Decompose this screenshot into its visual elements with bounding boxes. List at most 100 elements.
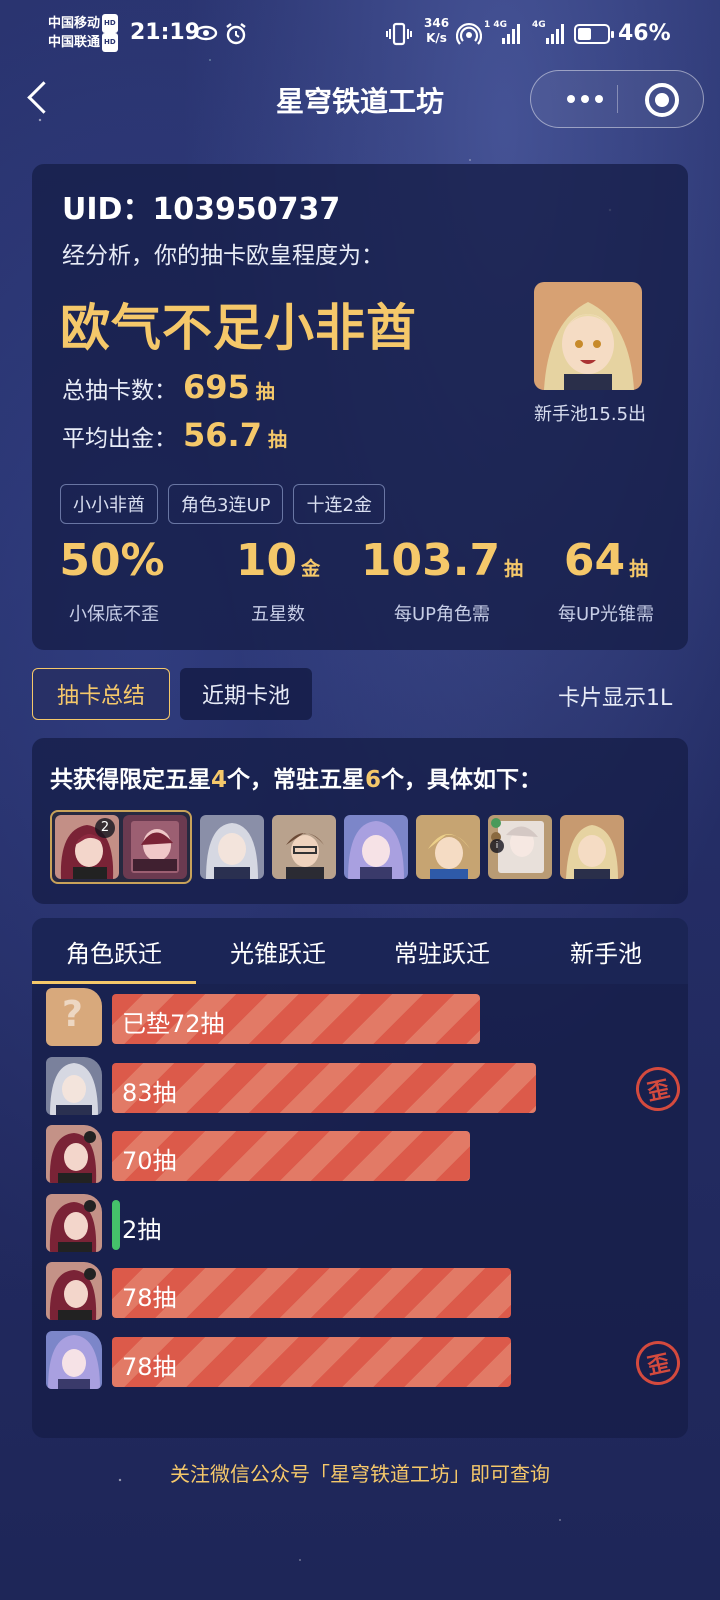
- lightcone-avatar[interactable]: [123, 815, 187, 879]
- unknown-character-icon: ?: [46, 988, 102, 1046]
- character-avatar: [46, 1193, 102, 1252]
- five-star-summary: 共获得限定五星4个，常驻五星6个，具体如下：: [50, 760, 542, 794]
- five-star-card: 共获得限定五星4个，常驻五星6个，具体如下： 2 i: [32, 738, 688, 904]
- total-pulls-unit: 抽: [255, 381, 275, 403]
- tab-gacha-summary[interactable]: 抽卡总结: [32, 668, 170, 720]
- pull-bar: [112, 1199, 120, 1250]
- duplicate-count-badge: 2: [95, 818, 115, 838]
- character-avatar: [46, 1056, 102, 1115]
- beginner-pool-portrait: [534, 282, 642, 390]
- metric-value: 10: [235, 535, 298, 586]
- card-display-toggle[interactable]: 卡片显示1L: [558, 680, 688, 712]
- total-pulls-value: 695: [183, 368, 250, 406]
- status-bar: 中国移动 HD 中国联通 HD 21:19 346 K/s 1 4G 4G 46%: [0, 0, 720, 66]
- metric-per-up-lightcone: 64 抽 每UP光锥需: [524, 534, 688, 626]
- average-gold-label: 平均出金：: [62, 426, 177, 452]
- lightcone-avatar[interactable]: i: [488, 815, 552, 879]
- pull-count-label: 2抽: [122, 1215, 162, 1244]
- vibrate-icon: [386, 22, 412, 51]
- tag: 小小非酋: [60, 484, 158, 524]
- tab-beginner-warp[interactable]: 新手池: [524, 918, 688, 984]
- off-banner-stamp: 歪: [631, 1062, 685, 1115]
- metric-guarantee: 50% 小保底不歪: [32, 534, 196, 626]
- signal-2-icon: [546, 22, 564, 44]
- metric-per-up-character: 103.7 抽 每UP角色需: [360, 534, 524, 626]
- tab-character-warp[interactable]: 角色跃迁: [32, 918, 196, 984]
- warp-row: 2抽: [46, 1193, 676, 1254]
- metric-label: 五星数: [251, 604, 305, 625]
- alarm-icon: [224, 22, 248, 51]
- unknown-mark: ?: [62, 994, 83, 1035]
- metric-value: 64: [563, 535, 626, 586]
- nav-bar: 星穹铁道工坊: [0, 66, 720, 130]
- metric-label: 每UP光锥需: [557, 604, 655, 625]
- net-speed-unit: K/s: [426, 31, 447, 45]
- five-star-text-suffix: 个，具体如下：: [381, 767, 543, 793]
- metric-label: 小保底不歪: [69, 604, 159, 625]
- signal-1-icon: [502, 22, 520, 44]
- battery-fill: [578, 28, 591, 40]
- character-avatar: [46, 1125, 102, 1183]
- character-avatar[interactable]: [272, 815, 336, 879]
- pull-count-label: 70抽: [122, 1147, 177, 1175]
- clock: 21:19: [130, 20, 201, 45]
- summary-card: UID：103950737 经分析，你的抽卡欧皇程度为： 欧气不足小非酋 总抽卡…: [32, 164, 688, 650]
- metrics-row: 50% 小保底不歪 10 金 五星数 103.7 抽 每UP角色需 64 抽 每UP光…: [32, 534, 688, 626]
- info-badge: i: [490, 839, 504, 853]
- warp-row: 78抽 歪: [46, 1330, 685, 1391]
- warp-row: 78抽: [46, 1262, 676, 1322]
- pull-count-label: 83抽: [122, 1078, 177, 1107]
- eye-icon: [194, 22, 218, 49]
- tag: 角色3连UP: [168, 484, 284, 524]
- limited-group[interactable]: 2: [50, 810, 192, 884]
- miniprogram-capsule: [530, 70, 704, 128]
- uid-line: UID：103950737: [62, 184, 340, 228]
- more-menu-button[interactable]: [553, 71, 617, 127]
- average-gold-unit: 抽: [267, 429, 287, 451]
- metric-unit: 抽: [504, 558, 524, 580]
- warp-row: 83抽 歪: [46, 1056, 685, 1117]
- five-star-avatar-list: 2 i: [50, 810, 624, 884]
- tag-list: 小小非酋 角色3连UP 十连2金: [60, 484, 385, 524]
- uid-value: 103950737: [152, 192, 341, 227]
- pull-bar: 78抽: [112, 1336, 511, 1387]
- capsule-divider: [617, 85, 618, 113]
- carrier-2: 中国联通: [48, 35, 101, 50]
- off-banner-stamp: 歪: [631, 1336, 685, 1389]
- average-gold: 平均出金： 56.7 抽: [62, 416, 287, 454]
- average-gold-value: 56.7: [183, 416, 262, 454]
- character-avatar[interactable]: [416, 815, 480, 879]
- five-star-text-mid: 个，常驻五星: [227, 767, 366, 793]
- metric-value: 50%: [59, 535, 165, 586]
- character-avatar[interactable]: 2: [55, 815, 119, 879]
- total-pulls: 总抽卡数： 695 抽: [62, 368, 275, 406]
- hotspot-icon: [455, 22, 483, 51]
- five-star-text-prefix: 共获得限定五星: [50, 767, 211, 793]
- hd-badge: HD: [102, 14, 118, 33]
- pull-count-label: 已垫72抽: [122, 1010, 225, 1038]
- close-miniprogram-button[interactable]: [645, 83, 679, 117]
- carrier-info: 中国移动 HD 中国联通 HD: [48, 14, 118, 52]
- character-avatar: [46, 1330, 102, 1389]
- tab-lightcone-warp[interactable]: 光锥跃迁: [196, 918, 360, 984]
- character-avatar[interactable]: [344, 815, 408, 879]
- metric-value: 103.7: [360, 535, 501, 586]
- warp-history-panel: 角色跃迁 光锥跃迁 常驻跃迁 新手池 ? 已垫72抽 83抽歪 70抽 2抽 78抽 78抽…: [32, 918, 688, 1438]
- tab-standard-warp[interactable]: 常驻跃迁: [360, 918, 524, 984]
- luck-verdict: 欧气不足小非酋: [60, 299, 417, 357]
- total-pulls-label: 总抽卡数：: [62, 378, 177, 404]
- analysis-text: 经分析，你的抽卡欧皇程度为：: [62, 243, 384, 269]
- metric-unit: 抽: [629, 558, 649, 580]
- character-avatar[interactable]: [560, 815, 624, 879]
- warp-tabs: 角色跃迁 光锥跃迁 常驻跃迁 新手池: [32, 918, 688, 984]
- carrier-1: 中国移动: [48, 16, 101, 31]
- metric-five-star-count: 10 金 五星数: [196, 534, 360, 626]
- portrait-caption: 新手池15.5出: [533, 404, 647, 425]
- warp-row: ? 已垫72抽: [46, 988, 676, 1048]
- battery-percent: 46%: [618, 21, 671, 46]
- uid-label: UID：: [62, 192, 153, 227]
- character-avatar[interactable]: [200, 815, 264, 879]
- pull-bar: 78抽: [112, 1268, 511, 1318]
- limited-count: 4: [211, 767, 228, 793]
- tab-recent-pools[interactable]: 近期卡池: [180, 668, 312, 720]
